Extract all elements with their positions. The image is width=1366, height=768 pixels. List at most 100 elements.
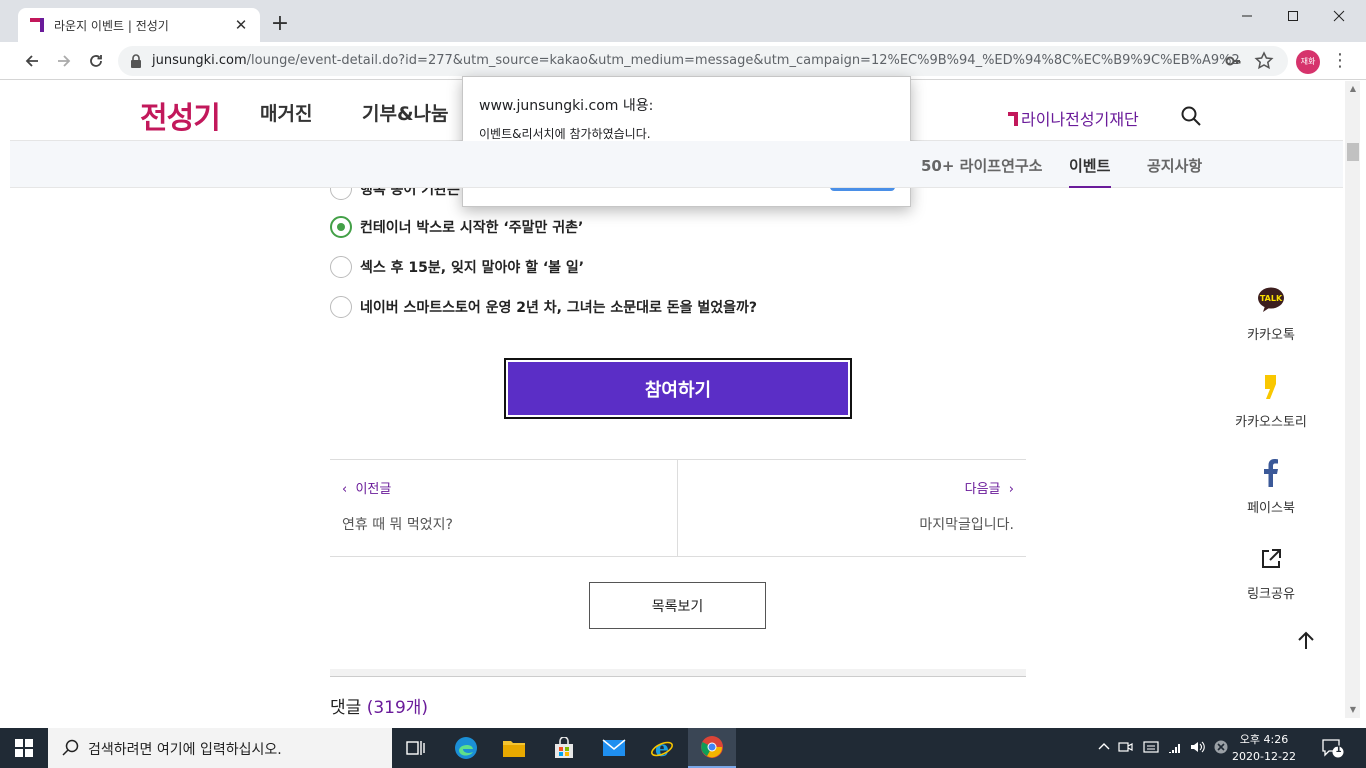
radio-button[interactable] bbox=[330, 256, 352, 278]
foundation-link[interactable]: 라이나전성기재단 bbox=[1008, 106, 1139, 130]
share-kakaotalk[interactable]: TALK 카카오톡 bbox=[1225, 286, 1317, 343]
prev-label: 이전글 bbox=[355, 482, 392, 497]
join-button[interactable]: 참여하기 bbox=[504, 358, 852, 419]
windows-taskbar: 검색하려면 여기에 입력하십시오. e 오후 4:26 2020-12-22 1 bbox=[0, 728, 1366, 768]
browser-tab-active[interactable]: 라운지 이벤트 | 전성기 ✕ bbox=[18, 8, 260, 42]
nav-donation[interactable]: 기부&나눔 bbox=[362, 99, 449, 126]
foundation-label: 라이나전성기재단 bbox=[1021, 110, 1139, 129]
search-icon bbox=[62, 739, 79, 756]
lock-icon bbox=[131, 54, 141, 68]
taskbar-clock[interactable]: 오후 4:26 2020-12-22 bbox=[1232, 731, 1296, 765]
page-scrollbar[interactable]: ▲ ▼ bbox=[1345, 81, 1360, 718]
comments-heading: 댓글 (319개) bbox=[330, 693, 428, 718]
next-post-title: 마지막글입니다. bbox=[919, 517, 1014, 533]
poll-option[interactable]: 섹스 후 15분, 잊지 말아야 할 ‘볼 일’ bbox=[330, 255, 584, 279]
kakaotalk-talk-label: TALK bbox=[1260, 294, 1283, 303]
tray-chevron-up-icon[interactable] bbox=[1096, 740, 1112, 756]
facebook-icon bbox=[1257, 459, 1285, 487]
poll-option[interactable]: 네이버 스마트스토어 운영 2년 차, 그녀는 소문대로 돈을 벌었을까? bbox=[330, 295, 757, 319]
scroll-up-arrow-icon[interactable]: ▲ bbox=[1348, 84, 1358, 94]
microsoft-store-icon[interactable] bbox=[540, 728, 588, 768]
svg-text:e: e bbox=[655, 736, 669, 760]
facebook-label: 페이스북 bbox=[1247, 501, 1295, 516]
poll-option-label: 섹스 후 15분, 잊지 말아야 할 ‘볼 일’ bbox=[360, 260, 585, 276]
link-share-icon bbox=[1257, 545, 1285, 573]
poll-option-label: 컨테이너 박스로 시작한 ‘주말만 귀촌’ bbox=[360, 220, 584, 236]
clock-time: 오후 4:26 bbox=[1239, 733, 1289, 746]
edge-browser-icon[interactable] bbox=[442, 728, 490, 768]
poll-option-label: 네이버 스마트스토어 운영 2년 차, 그녀는 소문대로 돈을 벌었을까? bbox=[360, 300, 758, 316]
new-tab-plus-icon[interactable]: + bbox=[268, 13, 292, 37]
search-icon[interactable] bbox=[1180, 105, 1202, 127]
close-window-icon[interactable] bbox=[1316, 0, 1362, 32]
tray-meet-now-icon[interactable] bbox=[1118, 740, 1134, 756]
address-bar[interactable]: junsungki.com/lounge/event-detail.do?id=… bbox=[118, 46, 1288, 76]
tab-close-icon[interactable]: ✕ bbox=[230, 14, 252, 36]
prev-next-divider bbox=[677, 460, 678, 557]
subnav-active-indicator bbox=[1069, 186, 1111, 188]
chrome-icon[interactable] bbox=[688, 728, 736, 768]
radio-button[interactable] bbox=[330, 296, 352, 318]
tray-network-icon[interactable] bbox=[1168, 740, 1184, 756]
radio-button-checked[interactable] bbox=[330, 216, 352, 238]
scroll-down-arrow-icon[interactable]: ▼ bbox=[1348, 705, 1358, 715]
kakaostory-icon bbox=[1257, 373, 1285, 401]
kakaostory-label: 카카오스토리 bbox=[1235, 415, 1307, 430]
browser-menu-icon[interactable]: ⋮ bbox=[1330, 51, 1350, 71]
browser-toolbar: junsungki.com/lounge/event-detail.do?id=… bbox=[0, 42, 1366, 80]
browser-tab-bar: 라운지 이벤트 | 전성기 ✕ + bbox=[0, 0, 1366, 42]
scroll-to-top-arrow-icon[interactable] bbox=[1294, 629, 1318, 653]
subnav-notice[interactable]: 공지사항 bbox=[1147, 155, 1202, 176]
dialog-message: 이벤트&리서치에 참가하였습니다. bbox=[479, 127, 651, 141]
taskbar-search-placeholder: 검색하려면 여기에 입력하십시오. bbox=[88, 742, 282, 758]
taskbar-search-input[interactable]: 검색하려면 여기에 입력하십시오. bbox=[48, 728, 392, 768]
share-link[interactable]: 링크공유 bbox=[1225, 545, 1317, 602]
next-label: 다음글 bbox=[964, 482, 1001, 497]
page-viewport: 전성기 매거진 기부&나눔 라이나전성기재단 50+ 라이프연구소 이벤트 공지… bbox=[10, 81, 1343, 718]
site-logo[interactable]: 전성기 bbox=[140, 93, 221, 137]
prev-post-link[interactable]: ‹ 이전글 bbox=[342, 478, 391, 497]
mail-icon[interactable] bbox=[590, 728, 638, 768]
clock-date: 2020-12-22 bbox=[1232, 750, 1296, 763]
windows-start-icon[interactable] bbox=[0, 728, 48, 768]
prev-next-navigation: ‹ 이전글 연휴 때 뭐 먹었지? 다음글 › 마지막글입니다. bbox=[330, 459, 1026, 557]
bookmark-star-icon[interactable] bbox=[1254, 51, 1274, 71]
list-view-button[interactable]: 목록보기 bbox=[589, 582, 766, 629]
junsungki-favicon-icon bbox=[30, 18, 44, 32]
url-text: junsungki.com/lounge/event-detail.do?id=… bbox=[152, 53, 1240, 68]
prev-post-title[interactable]: 연휴 때 뭐 먹었지? bbox=[342, 514, 453, 534]
subnav-event[interactable]: 이벤트 bbox=[1069, 155, 1110, 176]
notification-center-icon[interactable]: 1 bbox=[1322, 738, 1344, 758]
back-arrow-icon[interactable] bbox=[18, 47, 46, 75]
next-post-link[interactable]: 다음글 › bbox=[965, 478, 1014, 497]
internet-explorer-icon[interactable]: e bbox=[638, 728, 686, 768]
nav-magazine[interactable]: 매거진 bbox=[260, 99, 312, 126]
share-facebook[interactable]: 페이스북 bbox=[1225, 459, 1317, 516]
forward-arrow-icon[interactable] bbox=[50, 47, 78, 75]
chevron-right-icon: › bbox=[1000, 482, 1014, 497]
link-share-label: 링크공유 bbox=[1247, 587, 1295, 602]
share-kakaostory[interactable]: 카카오스토리 bbox=[1225, 373, 1317, 430]
poll-option[interactable]: 컨테이너 박스로 시작한 ‘주말만 귀촌’ bbox=[330, 215, 583, 239]
kakaotalk-icon: TALK bbox=[1257, 286, 1285, 314]
chevron-left-icon: ‹ bbox=[342, 482, 356, 497]
scrollbar-thumb[interactable] bbox=[1347, 143, 1359, 161]
task-view-icon[interactable] bbox=[392, 728, 440, 768]
sub-navigation-overlay: 50+ 라이프연구소 이벤트 공지사항 bbox=[10, 141, 1343, 188]
comments-divider bbox=[330, 669, 1026, 677]
subnav-life-lab[interactable]: 50+ 라이프연구소 bbox=[921, 155, 1042, 176]
maximize-window-icon[interactable] bbox=[1270, 0, 1316, 32]
tray-volume-icon[interactable] bbox=[1190, 740, 1206, 756]
foundation-mark-icon bbox=[1008, 112, 1018, 126]
dialog-title: www.junsungki.com 내용: bbox=[479, 98, 654, 114]
reload-icon[interactable] bbox=[82, 47, 110, 75]
file-explorer-icon[interactable] bbox=[490, 728, 538, 768]
notification-count-badge: 1 bbox=[1335, 745, 1342, 755]
tray-close-circle-icon[interactable] bbox=[1213, 740, 1229, 756]
tab-title: 라운지 이벤트 | 전성기 bbox=[54, 19, 169, 33]
tray-ime-icon[interactable] bbox=[1143, 740, 1159, 756]
profile-avatar[interactable]: 재화 bbox=[1296, 50, 1320, 74]
kakaotalk-label: 카카오톡 bbox=[1247, 328, 1295, 343]
minimize-window-icon[interactable] bbox=[1224, 0, 1270, 32]
key-icon[interactable] bbox=[1224, 52, 1242, 70]
